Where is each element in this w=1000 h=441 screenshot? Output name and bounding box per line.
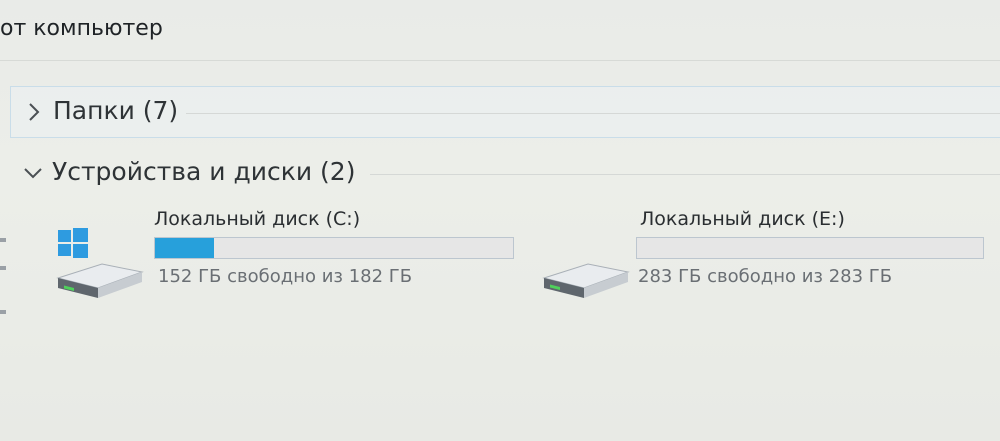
- group-divider: [370, 174, 1000, 175]
- window-title: от компьютер: [0, 16, 163, 41]
- drive-free-space-c: 152 ГБ свободно из 182 ГБ: [158, 266, 413, 287]
- drive-name-c: Локальный диск (C:): [154, 208, 361, 230]
- windows-drive-icon: [56, 228, 144, 298]
- nav-scroll-mark: [0, 266, 6, 270]
- hard-drive-icon: [542, 263, 630, 298]
- group-label-devices: Устройства и диски (2): [52, 157, 356, 186]
- nav-scroll-mark: [0, 238, 6, 242]
- drive-tile-e[interactable]: Локальный диск (E:) 283 ГБ свободно из 2…: [540, 208, 1000, 298]
- drive-tile-c[interactable]: Локальный диск (C:) 152 ГБ свободно из 1…: [54, 208, 524, 298]
- window-title-bar: от компьютер: [0, 0, 1000, 61]
- nav-scroll-mark: [0, 310, 6, 314]
- drive-usage-bar-e: [636, 237, 984, 259]
- group-divider: [186, 113, 1000, 114]
- drive-name-e: Локальный диск (E:): [640, 208, 845, 230]
- group-header-folders[interactable]: Папки (7): [10, 86, 1000, 138]
- drive-usage-bar-c: [154, 237, 514, 259]
- group-label-folders: Папки (7): [53, 96, 179, 125]
- windows-logo-icon: [58, 228, 88, 258]
- chevron-down-icon[interactable]: [20, 160, 46, 186]
- chevron-right-icon[interactable]: [21, 99, 47, 125]
- drive-free-space-e: 283 ГБ свободно из 283 ГБ: [638, 266, 893, 287]
- navigation-pane-edge: [0, 60, 8, 360]
- drive-usage-fill-c: [155, 238, 215, 258]
- group-header-devices[interactable]: Устройства и диски (2): [10, 148, 1000, 198]
